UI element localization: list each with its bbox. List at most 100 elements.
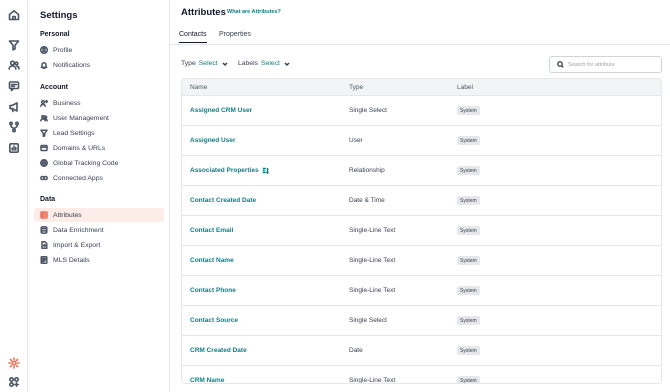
- help-link[interactable]: What are Attributes?: [227, 9, 281, 15]
- attribute-name[interactable]: CRM Name: [190, 377, 224, 383]
- table-row[interactable]: CRM Created Date Date System: [182, 336, 661, 366]
- attribute-name[interactable]: Contact Source: [190, 317, 238, 324]
- sidebar-item-profile[interactable]: Profile: [34, 43, 164, 57]
- system-badge: System: [457, 136, 480, 145]
- reports-icon[interactable]: [8, 141, 20, 153]
- sidebar-item-data-enrichment[interactable]: Data Enrichment: [34, 223, 164, 237]
- attribute-name[interactable]: Contact Created Date: [190, 197, 256, 204]
- chevron-down-icon: [284, 61, 290, 66]
- tab-properties[interactable]: Properties: [219, 31, 251, 38]
- sidebar-item-notifications[interactable]: Notifications: [34, 58, 164, 72]
- column-header-name: Name: [190, 84, 208, 91]
- table-row[interactable]: Contact Phone Single-Line Text System: [182, 276, 661, 306]
- sidebar-item-user-management[interactable]: User Management: [34, 111, 164, 125]
- table-row[interactable]: Contact Created Date Date & Time System: [182, 186, 661, 216]
- table-row[interactable]: Contact Email Single-Line Text System: [182, 216, 661, 246]
- apps-icon[interactable]: [8, 375, 20, 388]
- system-badge: System: [457, 256, 480, 265]
- sidebar-item-label: Lead Settings: [53, 129, 95, 137]
- attribute-name[interactable]: Contact Email: [190, 227, 233, 234]
- sidebar-item-domains-urls[interactable]: Domains & URLs: [34, 141, 164, 155]
- user-circle-icon: [40, 46, 48, 54]
- section-data: Data: [40, 196, 56, 203]
- attribute-type: Date & Time: [349, 197, 385, 204]
- tab-bar: Contacts Properties: [170, 28, 670, 45]
- system-badge: System: [457, 226, 480, 235]
- attribute-name[interactable]: CRM Created Date: [190, 347, 247, 354]
- chevron-down-icon: [222, 61, 228, 66]
- system-badge: System: [457, 286, 480, 295]
- attributes-table: Name Type Label Assigned CRM User Single…: [181, 78, 662, 384]
- attribute-name: Associated Properties: [190, 167, 259, 174]
- labels-filter[interactable]: Labels Select: [238, 60, 290, 67]
- section-account: Account: [40, 84, 68, 91]
- attribute-type: Single-Line Text: [349, 257, 396, 264]
- sidebar-item-label: Connected Apps: [53, 174, 103, 182]
- link-icon: [40, 144, 48, 152]
- column-header-type: Type: [349, 84, 364, 91]
- page-title: Attributes: [181, 7, 226, 18]
- table-icon: [40, 211, 48, 219]
- attribute-type: Date: [349, 347, 363, 354]
- type-filter[interactable]: Type Select: [181, 60, 228, 67]
- icon-rail: [0, 0, 28, 392]
- labels-filter-value: Select: [261, 60, 280, 67]
- sidebar-item-business[interactable]: Business: [34, 96, 164, 110]
- section-personal: Personal: [40, 31, 70, 38]
- main-content: Attributes What are Attributes? Contacts…: [170, 0, 670, 392]
- sidebar-item-mls-details[interactable]: MLS Details: [34, 253, 164, 267]
- megaphone-icon[interactable]: [8, 100, 20, 113]
- funnel-icon[interactable]: [8, 38, 20, 51]
- sidebar-item-label: Attributes: [53, 211, 82, 219]
- labels-filter-label: Labels: [238, 60, 259, 67]
- sidebar-item-global-tracking-code[interactable]: Global Tracking Code: [34, 156, 164, 170]
- users-icon[interactable]: [8, 58, 20, 70]
- sidebar-title: Settings: [40, 10, 78, 21]
- relationship-icon: [262, 167, 269, 174]
- search-box[interactable]: [549, 56, 662, 73]
- sidebar-item-label: User Management: [53, 114, 109, 122]
- file-import-icon: [41, 241, 48, 249]
- settings-sidebar: Settings Personal Profile Notifications …: [28, 0, 170, 392]
- attribute-name[interactable]: Contact Phone: [190, 287, 236, 294]
- search-input[interactable]: [568, 61, 658, 68]
- globe-icon: [40, 159, 48, 167]
- sidebar-item-import-export[interactable]: Import & Export: [34, 238, 164, 252]
- table-row[interactable]: Contact Name Single-Line Text System: [182, 246, 661, 276]
- home-icon[interactable]: [8, 8, 20, 21]
- system-badge: System: [457, 166, 480, 175]
- database-icon: [40, 226, 48, 234]
- settings-gear-icon[interactable]: [8, 356, 20, 369]
- sidebar-item-label: Notifications: [53, 61, 91, 69]
- column-header-label: Label: [457, 84, 473, 91]
- attribute-name[interactable]: Assigned User: [190, 137, 236, 144]
- tab-contacts[interactable]: Contacts: [179, 31, 207, 43]
- table-row[interactable]: Contact Source Single Select System: [182, 306, 661, 336]
- plug-icon: [40, 175, 48, 181]
- system-badge: System: [457, 376, 480, 383]
- table-row[interactable]: Associated Properties Relationship Syste…: [182, 156, 661, 186]
- table-header: Name Type Label: [182, 79, 661, 96]
- mls-icon: [40, 256, 48, 264]
- attribute-type: Single Select: [349, 317, 387, 324]
- type-filter-value: Select: [198, 60, 218, 67]
- workflow-icon[interactable]: [8, 120, 20, 133]
- table-row[interactable]: CRM Name Single-Line Text System: [182, 366, 661, 383]
- chat-icon[interactable]: [8, 79, 20, 92]
- sidebar-item-label: MLS Details: [53, 256, 90, 264]
- attribute-name[interactable]: Contact Name: [190, 257, 234, 264]
- sidebar-item-attributes[interactable]: Attributes: [34, 208, 164, 222]
- attribute-name[interactable]: Assigned CRM User: [190, 107, 252, 114]
- attribute-type: Single-Line Text: [349, 287, 396, 294]
- attribute-type: Single-Line Text: [349, 227, 396, 234]
- sidebar-item-label: Business: [53, 99, 81, 107]
- sidebar-item-connected-apps[interactable]: Connected Apps: [34, 171, 164, 185]
- attribute-name-wrapper[interactable]: Associated Properties: [190, 167, 269, 174]
- building-icon: [40, 99, 48, 107]
- table-row[interactable]: Assigned User User System: [182, 126, 661, 156]
- system-badge: System: [457, 106, 480, 115]
- type-filter-label: Type: [181, 60, 196, 67]
- table-row[interactable]: Assigned CRM User Single Select System: [182, 96, 661, 126]
- sidebar-item-lead-settings[interactable]: Lead Settings: [34, 126, 164, 140]
- funnel-icon: [40, 129, 48, 137]
